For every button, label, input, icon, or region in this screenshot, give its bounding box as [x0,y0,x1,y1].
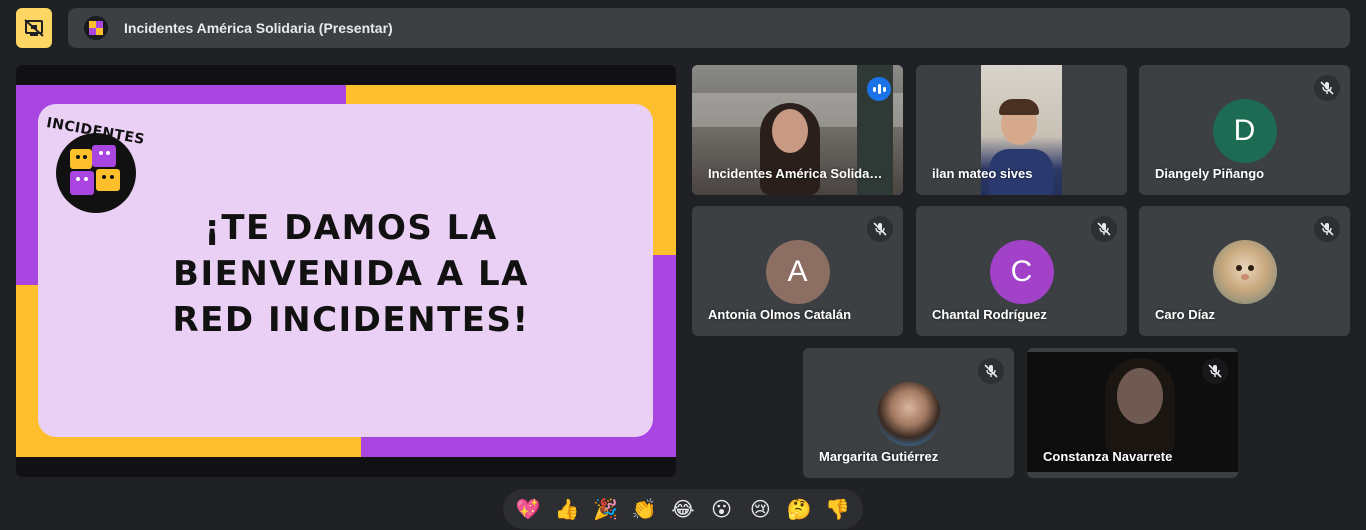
hamster-photo-avatar [1212,240,1277,304]
stop-presenting-button[interactable] [16,8,52,48]
avatar: A [765,240,830,304]
participant-tile[interactable]: C Chantal Rodríguez [916,206,1127,336]
mic-off-icon [867,216,893,242]
presenter-banner: Incidentes América Solidaria (Presentar) [68,8,1350,48]
reaction-party-button[interactable]: 🎉 [589,492,623,526]
participant-name: Margarita Gutiérrez [819,449,939,464]
presenter-title: Incidentes América Solidaria (Presentar) [124,20,393,36]
participant-tile[interactable]: Margarita Gutiérrez [803,348,1014,478]
avatar: D [1212,99,1277,163]
reactions-bar: 💖 👍 🎉 👏 😂 😮 😢 🤔 👎 [503,489,863,529]
reaction-heart-button[interactable]: 💖 [511,492,545,526]
participant-name: Chantal Rodríguez [932,307,1047,322]
participant-tile[interactable]: ilan mateo sives [916,65,1127,195]
puzzle-pieces-icon [70,145,120,195]
presentation-slide: INCIDENTES ¡Te damos la bienvenida a la … [16,85,676,457]
participant-tile[interactable]: D Diangely Piñango [1139,65,1350,195]
participant-tile[interactable]: A Antonia Olmos Catalán [692,206,903,336]
participant-tile[interactable]: Constanza Navarrete [1027,348,1238,478]
reaction-laugh-button[interactable]: 😂 [666,492,700,526]
mic-off-icon [978,358,1004,384]
avatar: C [989,240,1054,304]
photo-avatar [876,382,941,446]
mic-off-icon [1314,216,1340,242]
participant-name: Incidentes América Solidaria [708,166,883,181]
reaction-sad-button[interactable]: 😢 [743,492,777,526]
participant-name: Constanza Navarrete [1043,449,1173,464]
reaction-thumbs-down-button[interactable]: 👎 [821,492,855,526]
presentation-stage[interactable]: INCIDENTES ¡Te damos la bienvenida a la … [16,65,676,477]
slide-headline: ¡Te damos la bienvenida a la Red Inciden… [172,208,530,340]
screen-share-off-icon [24,19,44,37]
participant-name: Caro Díaz [1155,307,1215,322]
mic-off-icon [1091,216,1117,242]
puzzle-logo-icon [89,21,103,35]
reaction-thinking-button[interactable]: 🤔 [782,492,816,526]
participant-name: Diangely Piñango [1155,166,1265,181]
participant-tile[interactable]: Caro Díaz [1139,206,1350,336]
participant-name: ilan mateo sives [932,166,1033,181]
slide-logo [56,133,136,213]
mic-off-icon [1202,358,1228,384]
participant-tile[interactable]: Incidentes América Solidaria [692,65,903,195]
reaction-clap-button[interactable]: 👏 [627,492,661,526]
reaction-thumbs-up-button[interactable]: 👍 [550,492,584,526]
reaction-surprised-button[interactable]: 😮 [705,492,739,526]
speaking-indicator-icon [867,77,891,101]
presenter-avatar [84,16,108,40]
mic-off-icon [1314,75,1340,101]
participant-name: Antonia Olmos Catalán [708,307,852,322]
